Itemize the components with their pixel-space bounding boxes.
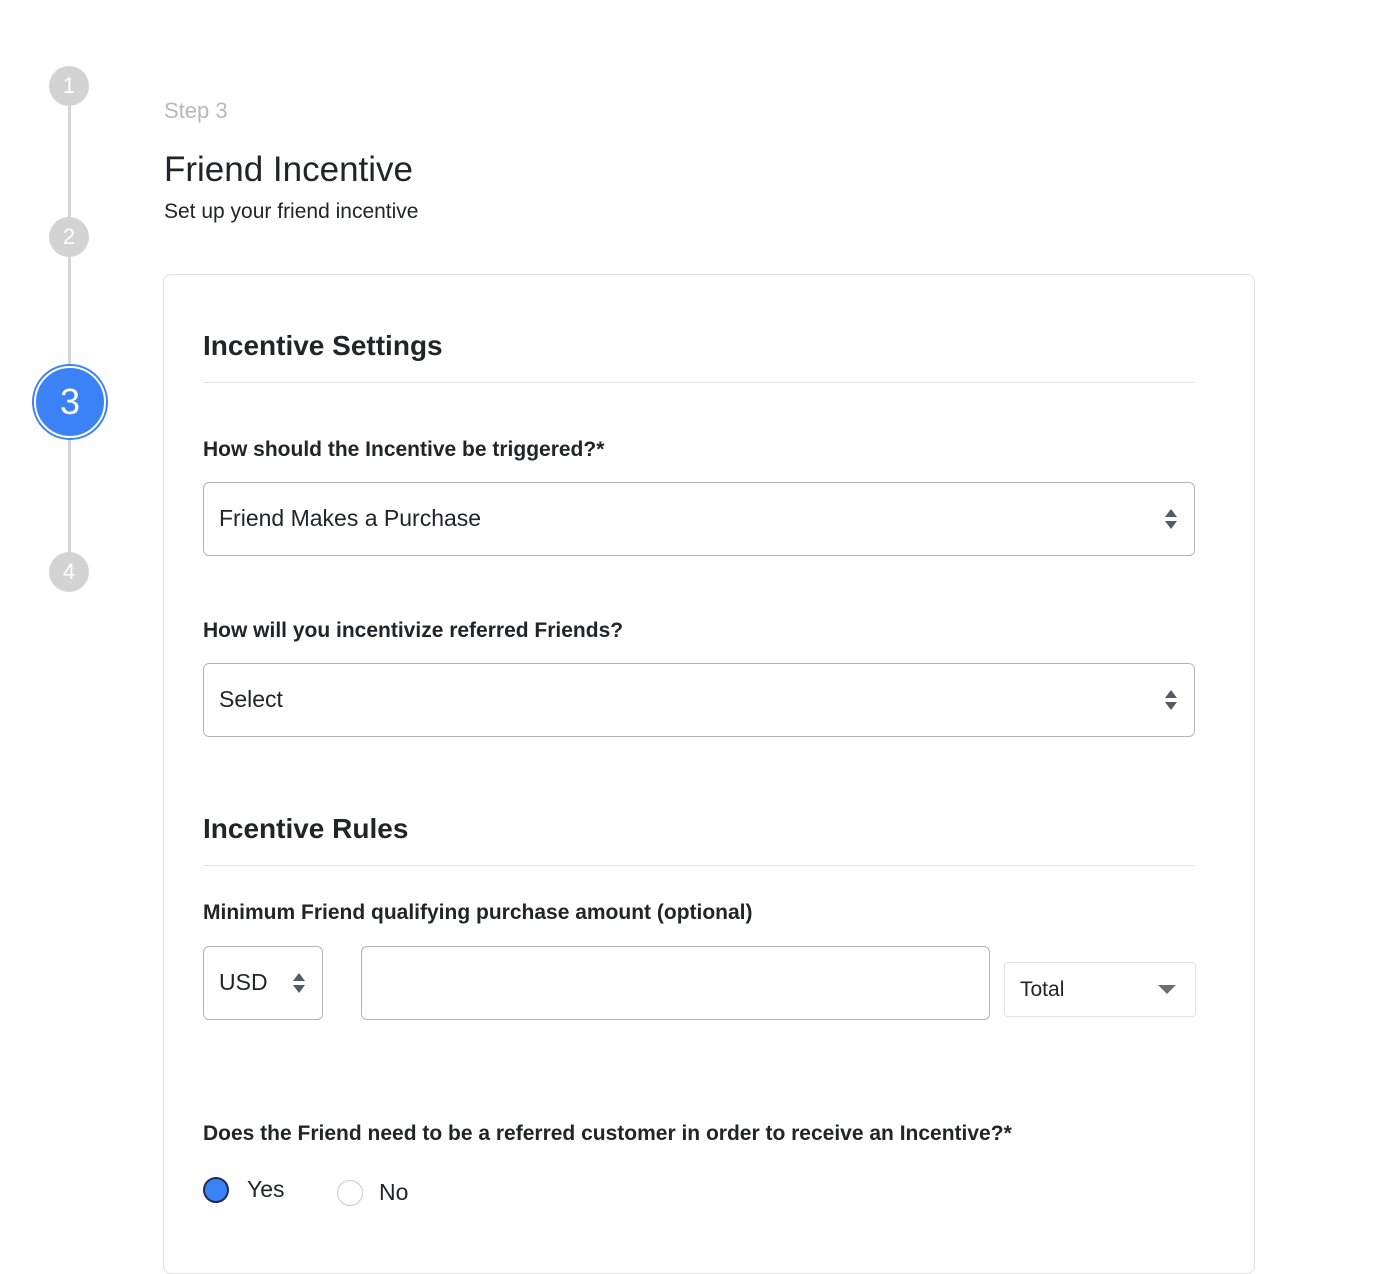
radio-no[interactable]: No	[337, 1179, 408, 1206]
radio-yes[interactable]: Yes	[203, 1176, 285, 1203]
stepper-line	[68, 86, 71, 572]
referred-customer-label: Does the Friend need to be a referred cu…	[203, 1122, 1012, 1145]
select-updown-icon	[293, 973, 305, 993]
total-select-value: Total	[1020, 978, 1065, 1001]
total-select[interactable]: Total	[1004, 962, 1196, 1017]
radio-no-indicator[interactable]	[337, 1179, 363, 1206]
incentivize-label: How will you incentivize referred Friend…	[203, 619, 624, 642]
step-label: Step 3	[164, 98, 228, 123]
select-updown-icon	[1165, 690, 1177, 710]
trigger-label: How should the Incentive be triggered?*	[203, 438, 605, 461]
radio-yes-indicator[interactable]	[203, 1176, 229, 1203]
currency-select[interactable]: USD	[203, 946, 323, 1020]
radio-yes-label: Yes	[247, 1176, 285, 1202]
trigger-select-value: Friend Makes a Purchase	[219, 505, 482, 531]
trigger-select[interactable]: Friend Makes a Purchase	[203, 482, 1195, 556]
step-1-indicator[interactable]: 1	[49, 66, 89, 106]
min-purchase-label: Minimum Friend qualifying purchase amoun…	[203, 901, 753, 924]
incentive-settings-title: Incentive Settings	[203, 330, 443, 361]
section-divider	[203, 865, 1195, 866]
select-updown-icon	[1165, 509, 1177, 529]
step-4-indicator[interactable]: 4	[49, 552, 89, 592]
page-subtitle: Set up your friend incentive	[164, 200, 419, 223]
progress-stepper: 1 2 3 4	[0, 0, 140, 1240]
caret-down-icon	[1158, 985, 1176, 994]
incentivize-select[interactable]: Select	[203, 663, 1195, 737]
radio-no-label: No	[379, 1179, 409, 1205]
incentive-rules-title: Incentive Rules	[203, 813, 409, 844]
currency-select-value: USD	[219, 969, 268, 995]
section-divider	[203, 382, 1195, 383]
incentivize-select-value: Select	[219, 686, 283, 712]
step-2-indicator[interactable]: 2	[49, 217, 89, 257]
purchase-amount-input[interactable]	[361, 946, 990, 1020]
page-title: Friend Incentive	[164, 150, 414, 189]
step-3-indicator-active[interactable]: 3	[34, 366, 106, 438]
